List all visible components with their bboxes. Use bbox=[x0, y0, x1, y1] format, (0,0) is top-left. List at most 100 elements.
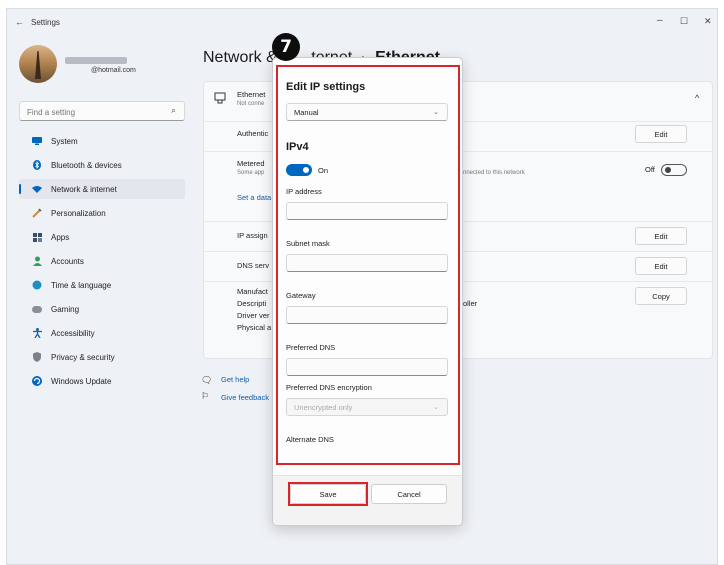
maximize-icon[interactable]: ☐ bbox=[680, 16, 688, 27]
back-arrow-icon[interactable]: ← bbox=[15, 17, 24, 27]
sidebar-item-label: Accounts bbox=[51, 256, 84, 266]
get-help-link[interactable]: Get help bbox=[221, 375, 249, 384]
sidebar-item-label: Privacy & security bbox=[51, 352, 115, 362]
ip-address-label: IP address bbox=[286, 187, 322, 196]
description-label: Descripti bbox=[237, 299, 267, 308]
sidebar-item-label: System bbox=[51, 136, 78, 146]
account-email: @hotmail.com bbox=[91, 67, 136, 74]
subnet-mask-field[interactable] bbox=[286, 254, 448, 274]
metered-description: Some app bbox=[237, 170, 265, 176]
alternate-dns-label: Alternate DNS bbox=[286, 435, 334, 444]
wifi-icon bbox=[32, 184, 42, 194]
ip-address-input[interactable] bbox=[287, 205, 447, 222]
gateway-field[interactable] bbox=[286, 306, 448, 326]
dns-server-label: DNS serv bbox=[237, 261, 270, 270]
monitor-icon bbox=[32, 136, 42, 146]
ip-assignment-label: IP assign bbox=[237, 231, 268, 240]
chevron-down-icon: ⌄ bbox=[433, 404, 439, 411]
chevron-down-icon: ⌄ bbox=[433, 109, 439, 116]
gateway-input[interactable] bbox=[287, 309, 447, 326]
dns-encryption-value: Unencrypted only bbox=[294, 402, 353, 412]
sidebar-item-bluetooth[interactable]: Bluetooth & devices bbox=[19, 155, 185, 175]
search-box[interactable]: ⌕ bbox=[19, 101, 185, 122]
manufacturer-label: Manufact bbox=[237, 287, 268, 296]
gamepad-icon bbox=[32, 304, 42, 314]
subnet-mask-label: Subnet mask bbox=[286, 239, 330, 248]
metered-toggle-state: Off bbox=[645, 165, 655, 174]
sidebar-item-system[interactable]: System bbox=[19, 131, 185, 151]
sidebar-item-label: Personalization bbox=[51, 208, 106, 218]
dns-encryption-dropdown: Unencrypted only ⌄ bbox=[286, 398, 448, 416]
preferred-dns-field[interactable] bbox=[286, 358, 448, 378]
globe-clock-icon bbox=[32, 280, 42, 290]
sidebar-item-label: Network & internet bbox=[51, 184, 117, 194]
step-number-badge: 7 bbox=[272, 33, 300, 61]
apps-icon bbox=[32, 232, 42, 242]
sidebar-item-label: Apps bbox=[51, 232, 70, 242]
metered-label: Metered bbox=[237, 159, 265, 168]
avatar[interactable] bbox=[19, 45, 57, 83]
cancel-button[interactable]: Cancel bbox=[371, 484, 447, 504]
search-icon: ⌕ bbox=[170, 105, 176, 115]
help-icon: 🗨 bbox=[201, 375, 213, 385]
edit-ip-assignment-button[interactable]: Edit bbox=[635, 227, 687, 245]
ipv4-toggle-state: On bbox=[318, 166, 329, 175]
chevron-up-icon[interactable]: ^ bbox=[695, 93, 699, 103]
gateway-label: Gateway bbox=[286, 291, 316, 300]
search-input[interactable] bbox=[20, 103, 160, 122]
sidebar-item-privacy[interactable]: Privacy & security bbox=[19, 347, 185, 367]
metered-description-tail: nnected to this network bbox=[463, 170, 525, 176]
sidebar-item-network[interactable]: Network & internet bbox=[19, 179, 185, 199]
close-icon[interactable]: ✕ bbox=[704, 16, 712, 27]
ip-mode-dropdown[interactable]: Manual ⌄ bbox=[286, 103, 448, 121]
minimize-icon[interactable]: – bbox=[657, 15, 663, 26]
feedback-icon: ⚐ bbox=[201, 391, 210, 401]
brush-icon bbox=[32, 208, 42, 218]
subnet-mask-input[interactable] bbox=[287, 257, 447, 274]
give-feedback-link[interactable]: Give feedback bbox=[221, 393, 269, 402]
edit-authentication-button[interactable]: Edit bbox=[635, 125, 687, 143]
save-button[interactable]: Save bbox=[290, 484, 366, 504]
sidebar-item-label: Accessibility bbox=[51, 328, 95, 338]
preferred-dns-label: Preferred DNS bbox=[286, 343, 336, 352]
sidebar-item-label: Bluetooth & devices bbox=[51, 160, 122, 170]
sidebar-item-gaming[interactable]: Gaming bbox=[19, 299, 185, 319]
ipv4-heading: IPv4 bbox=[286, 141, 309, 153]
ip-mode-value: Manual bbox=[294, 107, 319, 117]
account-name-redacted bbox=[65, 57, 127, 64]
ethernet-icon bbox=[214, 91, 226, 109]
physical-address-label: Physical a bbox=[237, 323, 272, 332]
ipv4-toggle[interactable] bbox=[286, 164, 312, 176]
edit-dns-button[interactable]: Edit bbox=[635, 257, 687, 275]
sidebar-item-windows-update[interactable]: Windows Update bbox=[19, 371, 185, 391]
metered-toggle[interactable] bbox=[661, 164, 687, 176]
authentication-label: Authentic bbox=[237, 129, 269, 138]
preferred-dns-input[interactable] bbox=[287, 361, 447, 378]
sidebar-item-label: Windows Update bbox=[51, 376, 112, 386]
driver-version-label: Driver ver bbox=[237, 311, 270, 320]
window-title: Settings bbox=[31, 18, 60, 27]
ethernet-title: Ethernet bbox=[237, 90, 266, 99]
bluetooth-icon bbox=[32, 160, 42, 170]
shield-icon bbox=[32, 352, 42, 362]
sidebar-item-accounts[interactable]: Accounts bbox=[19, 251, 185, 271]
update-icon bbox=[32, 376, 42, 386]
settings-window: ← Settings – ☐ ✕ @hotmail.com ⌕ System B… bbox=[6, 8, 718, 565]
description-value-tail: oller bbox=[463, 299, 478, 308]
sidebar-item-accessibility[interactable]: Accessibility bbox=[19, 323, 185, 343]
eiffel-tower-icon bbox=[35, 51, 41, 79]
accessibility-icon bbox=[32, 328, 42, 338]
dialog-title: Edit IP settings bbox=[286, 81, 366, 93]
preferred-dns-encryption-label: Preferred DNS encryption bbox=[286, 383, 372, 392]
copy-properties-button[interactable]: Copy bbox=[635, 287, 687, 305]
ip-address-field[interactable] bbox=[286, 202, 448, 222]
sidebar-item-label: Time & language bbox=[51, 280, 112, 290]
set-data-limit-link[interactable]: Set a data bbox=[237, 193, 271, 202]
person-icon bbox=[32, 256, 42, 266]
sidebar-item-personalization[interactable]: Personalization bbox=[19, 203, 185, 223]
sidebar-item-apps[interactable]: Apps bbox=[19, 227, 185, 247]
sidebar-item-time-language[interactable]: Time & language bbox=[19, 275, 185, 295]
ethernet-status: Not conne bbox=[237, 101, 265, 107]
breadcrumb-parent[interactable]: Network & bbox=[203, 49, 277, 66]
sidebar-item-label: Gaming bbox=[51, 304, 80, 314]
